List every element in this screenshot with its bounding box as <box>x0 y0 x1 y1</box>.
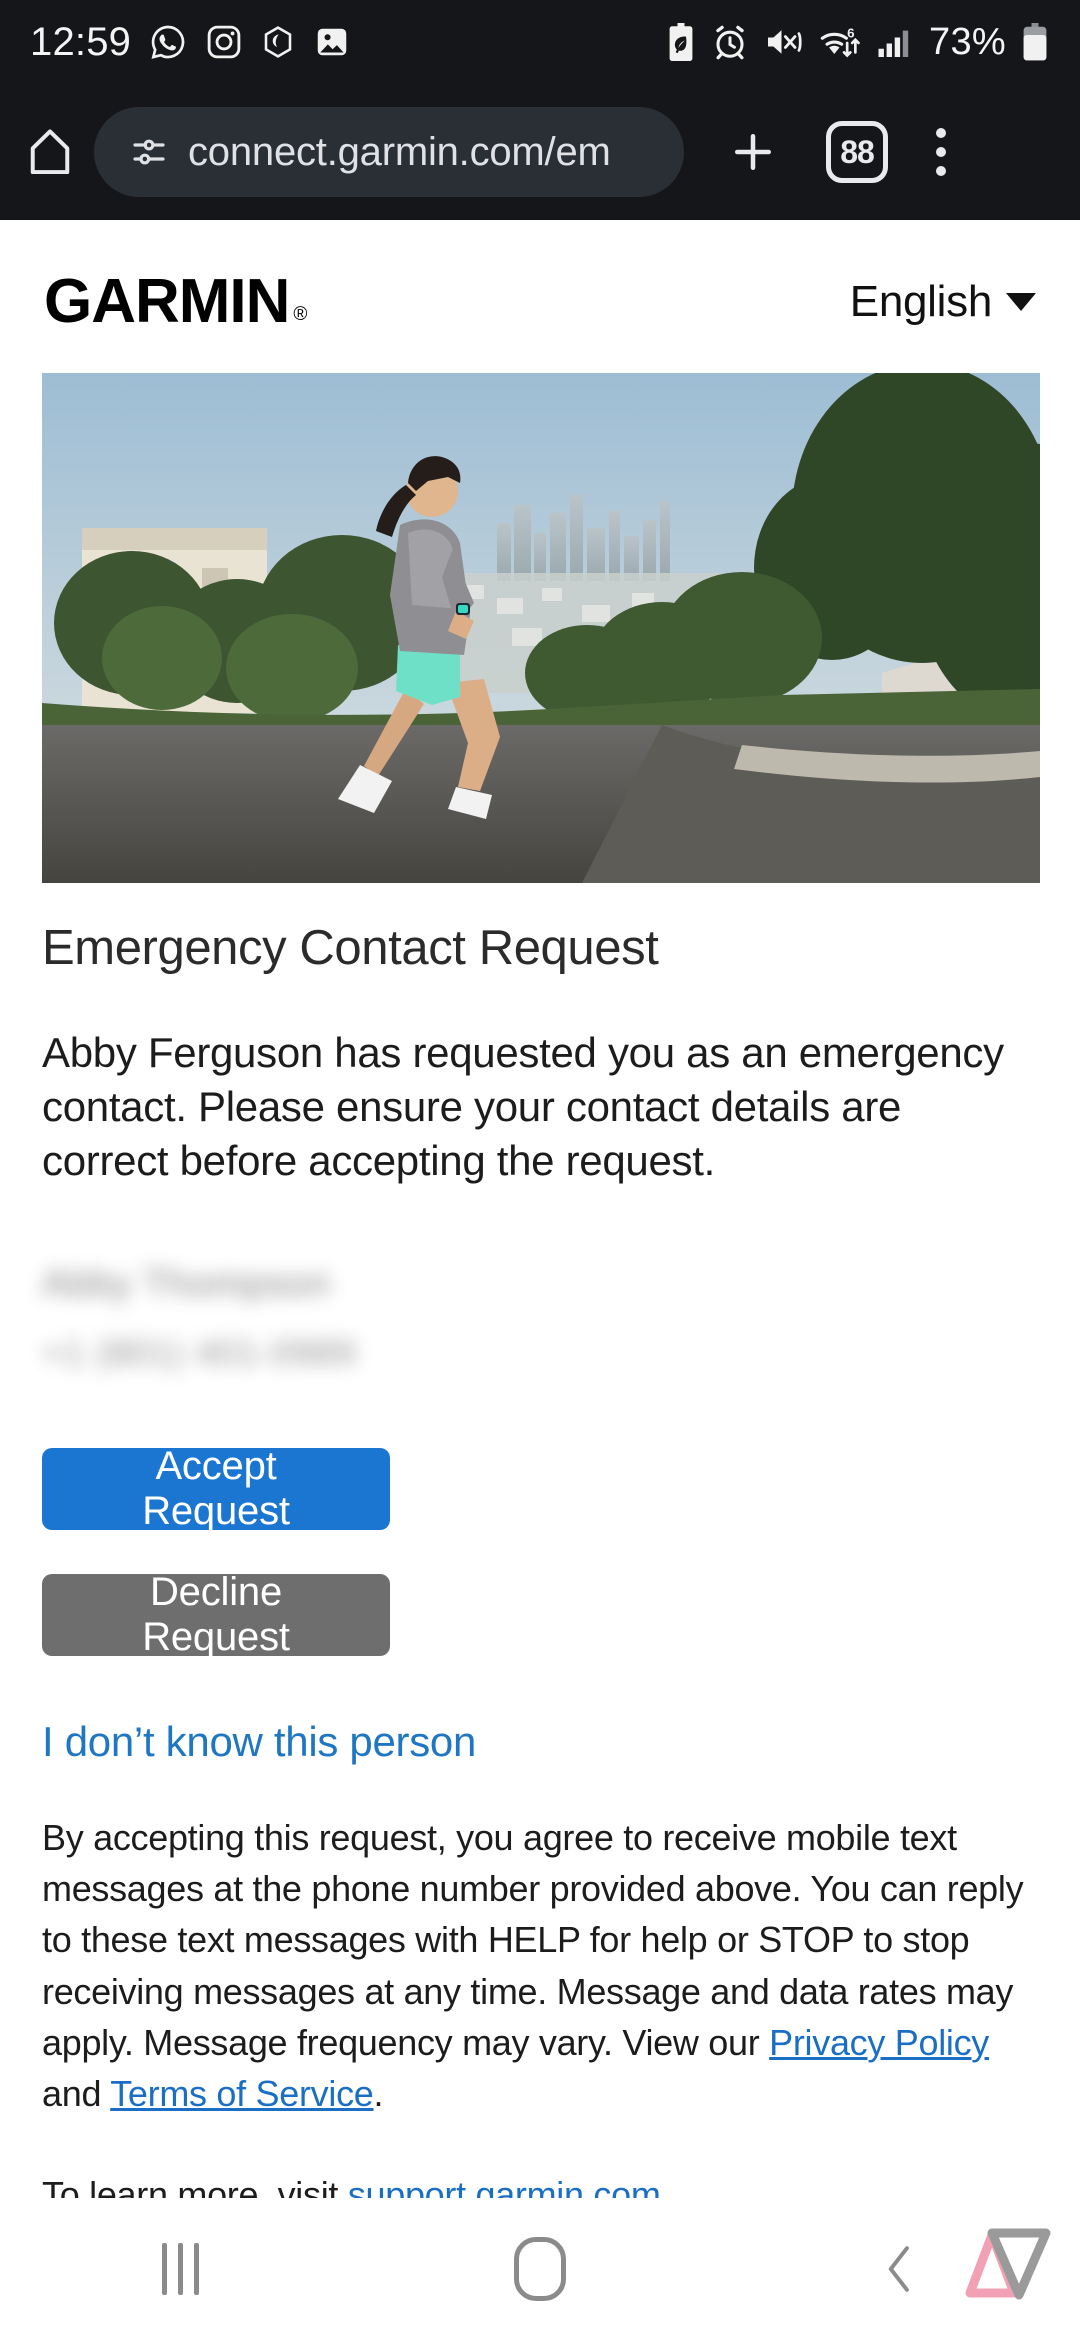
home-button-nav[interactable] <box>360 2237 720 2301</box>
tab-count: 88 <box>826 121 888 183</box>
url-text: connect.garmin.com/em <box>188 129 611 174</box>
alarm-icon <box>716 25 744 60</box>
decline-request-button[interactable]: Decline Request <box>42 1570 390 1659</box>
system-navigation-bar <box>0 2198 1080 2340</box>
status-bar-left: 12:59 <box>30 20 351 65</box>
home-icon <box>30 129 70 175</box>
web-page-content: GARMIN ® English Emergency Contact Reque… <box>0 220 1080 2198</box>
language-selector[interactable]: English <box>850 277 1036 327</box>
hero-image <box>42 373 1040 883</box>
new-tab-button[interactable] <box>726 125 780 179</box>
kebab-menu-icon <box>936 128 946 176</box>
back-chevron-icon <box>888 2246 909 2292</box>
battery-percentage: 73% <box>929 20 1006 63</box>
garmin-logo: GARMIN ® <box>44 266 307 337</box>
cellular-signal-icon <box>878 30 909 57</box>
tune-icon <box>133 139 165 165</box>
hexagon-app-icon <box>264 26 292 58</box>
contact-phone: +1 (801) 401-0989 <box>42 1332 357 1374</box>
plus-icon <box>735 134 771 170</box>
accept-request-button[interactable]: Accept Request <box>42 1444 390 1533</box>
privacy-policy-link[interactable]: Privacy Policy <box>769 2022 989 2063</box>
mute-vibrate-icon <box>768 30 802 54</box>
recent-apps-button[interactable] <box>0 2243 360 2295</box>
chevron-down-icon <box>1006 292 1036 311</box>
unknown-person-link[interactable]: I don’t know this person <box>42 1718 1042 1766</box>
learn-more-text: To learn more, visit support.garmin.com. <box>42 2169 1042 2198</box>
svg-text:6: 6 <box>847 25 854 40</box>
support-link[interactable]: support.garmin.com <box>348 2174 661 2198</box>
terms-of-service-link[interactable]: Terms of Service <box>110 2073 374 2114</box>
recent-apps-icon <box>161 2243 199 2295</box>
legal-text-mid: and <box>42 2072 111 2114</box>
browser-menu-button[interactable] <box>936 128 946 176</box>
contact-name: Abby Thompson <box>42 1263 332 1306</box>
status-bar-right: 6 73% <box>665 21 1050 64</box>
learn-more-suffix: . <box>660 2173 671 2198</box>
page-header: GARMIN ® English <box>0 220 1080 337</box>
browser-toolbar: connect.garmin.com/em 88 <box>0 84 1080 220</box>
battery-saver-icon <box>669 23 693 61</box>
phone-screen: 12:59 6 73% connect.garmin.com/em 88 GAR… <box>0 0 1080 2340</box>
battery-icon <box>1023 23 1047 61</box>
runner-scene <box>42 373 1040 883</box>
whatsapp-icon <box>151 25 185 59</box>
garmin-wordmark: GARMIN <box>44 267 290 336</box>
request-description: Abby Ferguson has requested you as an em… <box>42 1029 1004 1184</box>
learn-more-prefix: To learn more, visit <box>42 2173 348 2198</box>
page-title: Emergency Contact Request <box>42 921 659 975</box>
android-police-logo <box>965 2228 1051 2300</box>
status-clock: 12:59 <box>30 19 132 64</box>
home-button[interactable] <box>22 124 78 180</box>
legal-text-end: . <box>373 2072 384 2114</box>
status-bar: 12:59 6 73% <box>0 0 1080 84</box>
tab-switcher-button[interactable]: 88 <box>826 121 888 183</box>
wifi-6-icon: 6 <box>820 25 860 58</box>
home-pill-icon <box>514 2237 566 2301</box>
page-body: Emergency Contact Request Abby Ferguson … <box>42 920 1042 2198</box>
address-bar[interactable]: connect.garmin.com/em <box>94 107 684 197</box>
contact-details-redacted: Abby Thompson +1 (801) 401-0989 <box>42 1263 1042 1374</box>
legal-disclaimer: By accepting this request, you agree to … <box>42 1812 1042 2119</box>
language-label: English <box>849 276 993 326</box>
gallery-icon <box>317 28 347 56</box>
android-police-watermark <box>934 2217 1052 2314</box>
instagram-icon <box>207 25 241 59</box>
registered-mark: ® <box>293 304 307 325</box>
